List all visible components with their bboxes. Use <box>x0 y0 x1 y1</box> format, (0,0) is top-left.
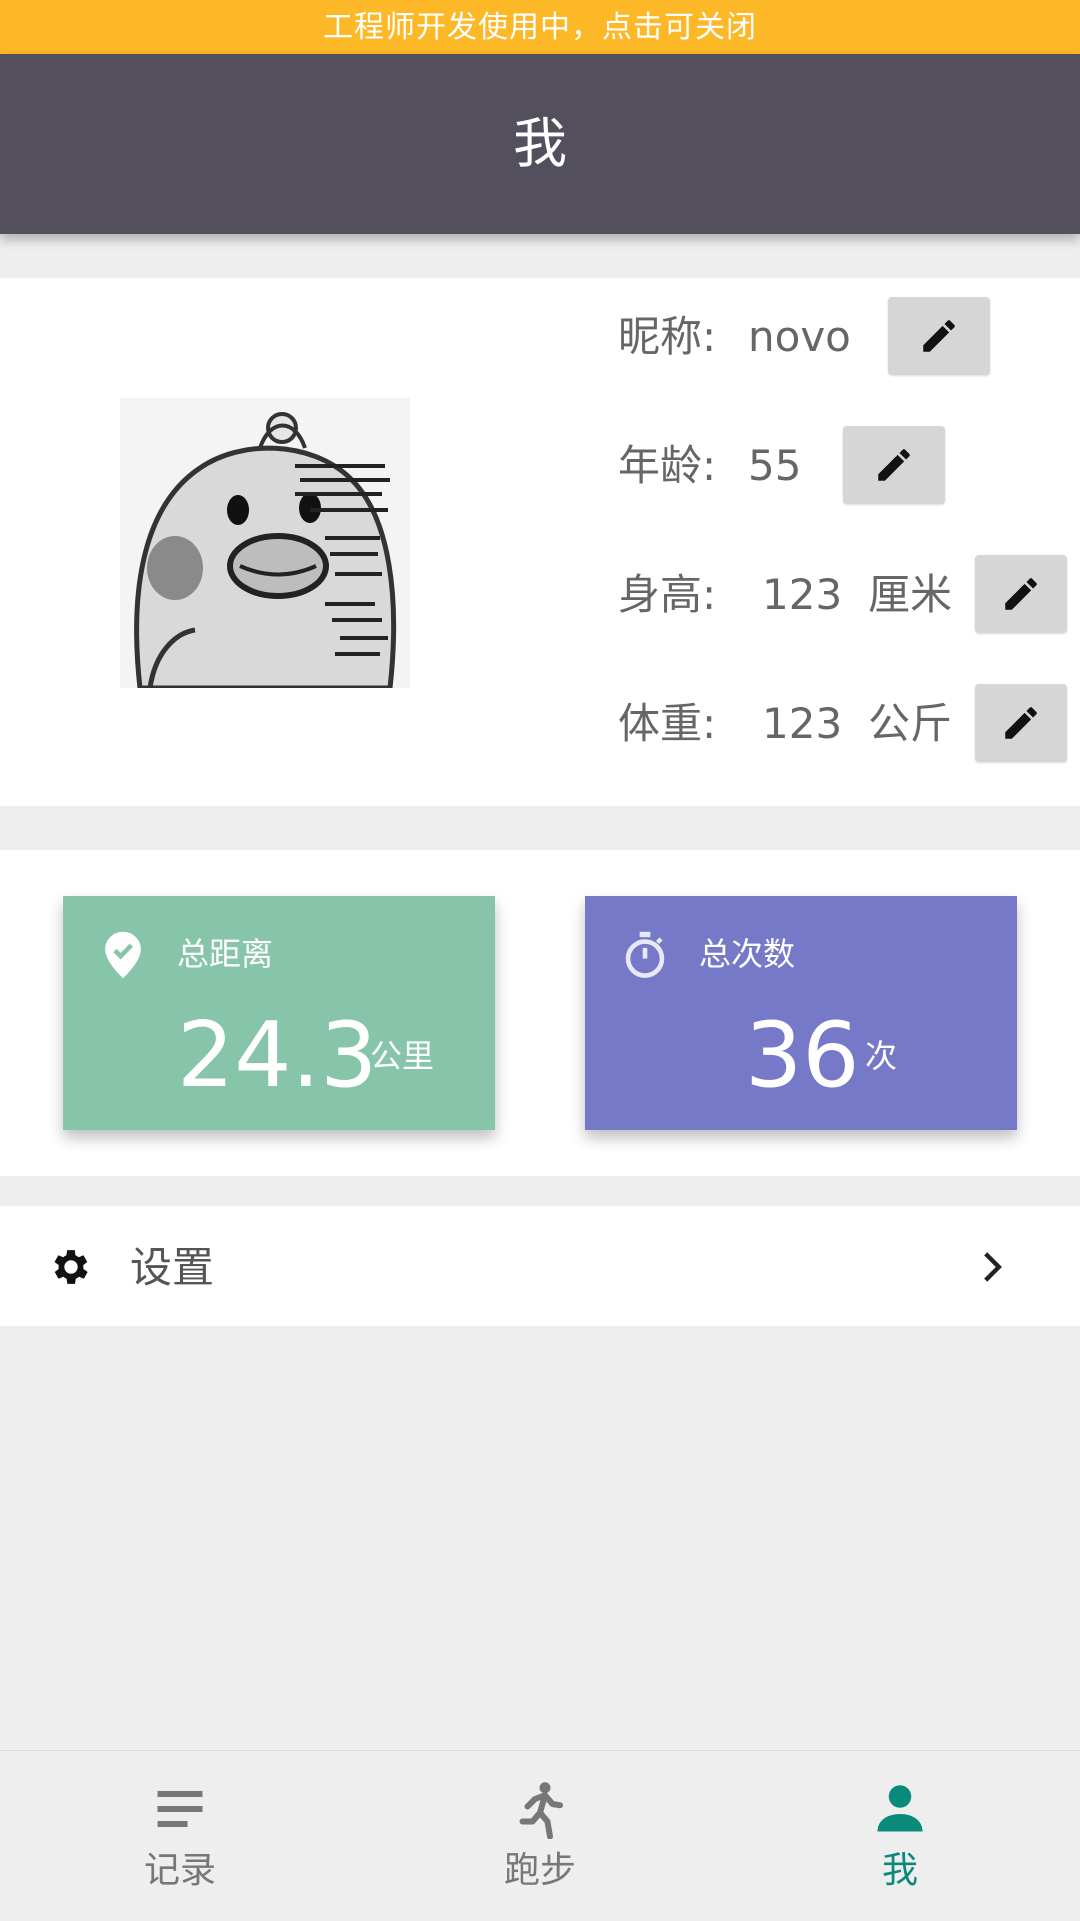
developer-mode-banner[interactable]: 工程师开发使用中，点击可关闭 <box>0 0 1080 54</box>
nickname-value: novo <box>748 312 851 361</box>
pencil-icon <box>878 449 910 481</box>
total-distance-card[interactable]: 总距离 24.3 公里 <box>63 896 495 1130</box>
location-check-icon <box>105 931 141 979</box>
height-unit: 厘米 <box>868 570 953 619</box>
bottom-navigation: 记录 跑步 我 <box>0 1750 1080 1920</box>
weight-label: 体重: <box>618 699 717 748</box>
age-value: 55 <box>748 441 802 490</box>
chevron-right-icon <box>984 1252 1002 1282</box>
total-count-title: 总次数 <box>699 935 796 973</box>
edit-height-button[interactable] <box>975 555 1067 633</box>
app-bar: 我 <box>0 54 1080 234</box>
total-distance-title: 总距离 <box>177 935 274 973</box>
list-icon <box>157 1791 203 1827</box>
nav-me[interactable]: 我 <box>800 1751 1000 1921</box>
pencil-icon <box>923 320 955 352</box>
person-icon <box>877 1785 923 1832</box>
page-title: 我 <box>513 112 567 175</box>
total-count-card[interactable]: 总次数 36 次 <box>585 896 1017 1130</box>
height-label: 身高: <box>618 570 717 619</box>
nav-records-label: 记录 <box>143 1850 216 1891</box>
nav-running[interactable]: 跑步 <box>440 1751 640 1921</box>
weight-value: 123 <box>762 699 843 748</box>
duck-avatar-icon <box>120 398 410 691</box>
stats-section: 总距离 24.3 公里 总次数 36 次 <box>0 850 1080 1176</box>
settings-row[interactable]: 设置 <box>0 1206 1080 1326</box>
edit-nickname-button[interactable] <box>888 297 990 375</box>
nav-running-label: 跑步 <box>503 1850 576 1891</box>
total-distance-unit: 公里 <box>370 1037 435 1075</box>
nav-me-label: 我 <box>881 1850 918 1891</box>
total-count-value: 36 <box>745 1003 860 1108</box>
nav-records[interactable]: 记录 <box>80 1751 280 1921</box>
gear-icon <box>54 1250 88 1284</box>
age-label: 年龄: <box>618 441 717 490</box>
pencil-icon <box>1005 707 1037 739</box>
settings-label: 设置 <box>130 1243 215 1292</box>
profile-card: 昵称: novo 年龄: 55 身高: 123 厘米 体重: 123 公斤 <box>0 278 1080 806</box>
pencil-icon <box>1005 578 1037 610</box>
edit-age-button[interactable] <box>843 426 945 504</box>
height-value: 123 <box>762 570 843 619</box>
weight-unit: 公斤 <box>868 699 953 748</box>
avatar[interactable] <box>120 398 410 691</box>
total-distance-value: 24.3 <box>177 1003 378 1108</box>
stopwatch-icon <box>625 931 665 978</box>
nickname-label: 昵称: <box>618 312 717 361</box>
running-icon <box>519 1782 563 1839</box>
edit-weight-button[interactable] <box>975 684 1067 762</box>
total-count-unit: 次 <box>865 1037 898 1075</box>
